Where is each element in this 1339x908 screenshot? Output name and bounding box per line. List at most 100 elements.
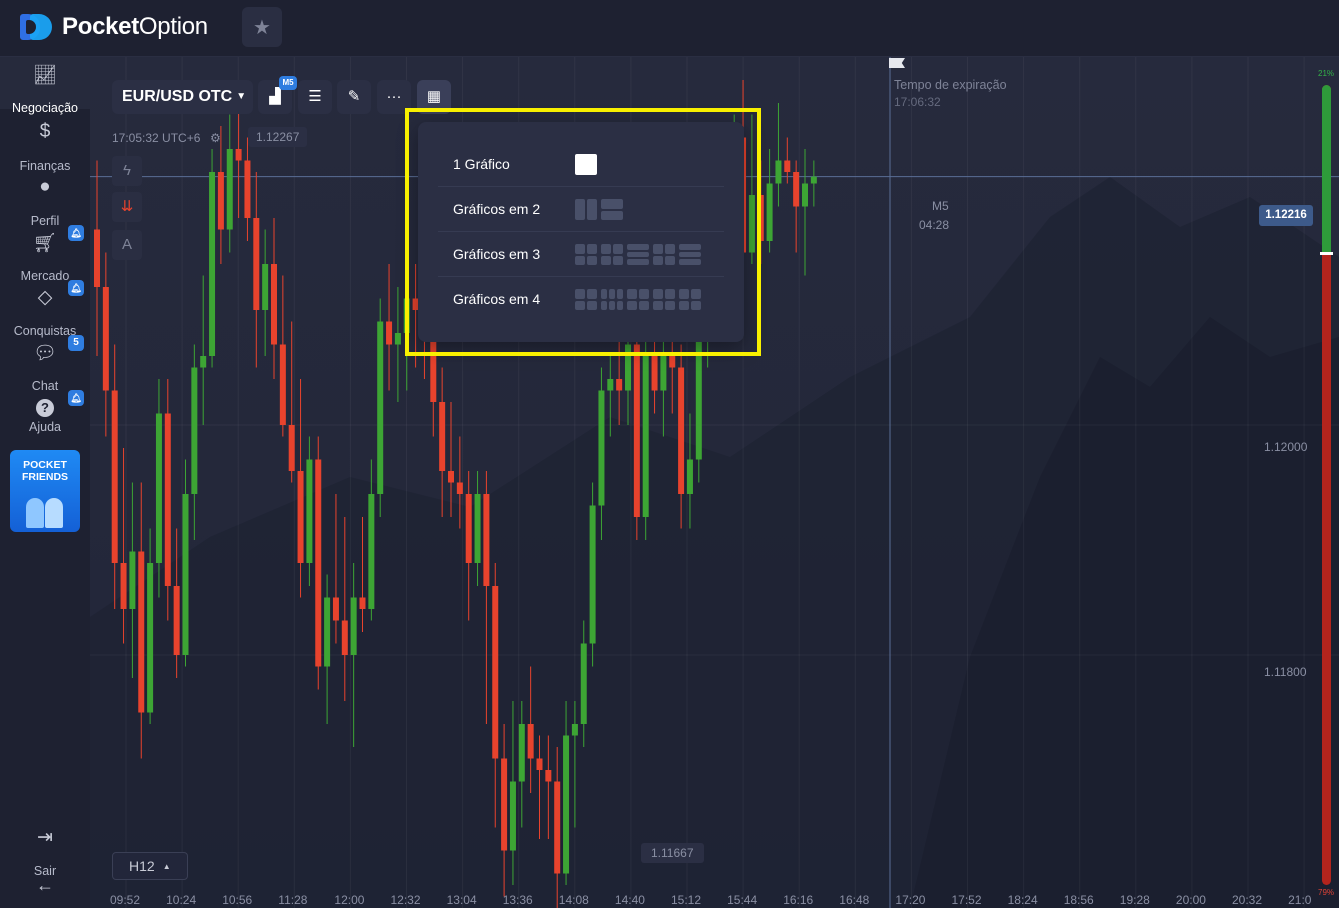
- sidebar-item-negociacao[interactable]: 📈︎ Negociação: [0, 57, 90, 115]
- candle: [386, 264, 393, 391]
- x-tick: 13:36: [502, 893, 533, 907]
- lightning-icon[interactable]: ϟ: [112, 156, 142, 186]
- candle-body: [678, 367, 685, 494]
- sidebar-item-ajuda[interactable]: ? Ajuda 🔔︎: [0, 390, 90, 442]
- expiration-label: Tempo de expiração: [894, 78, 1007, 92]
- candle-body: [217, 172, 224, 230]
- candle-body: [474, 494, 481, 563]
- asset-label: EUR/USD OTC: [122, 88, 233, 106]
- candle-body: [766, 183, 773, 241]
- indicators-button[interactable]: ☰: [298, 80, 332, 114]
- x-tick: 10:56: [222, 893, 253, 907]
- timeframe-button[interactable]: H12 ▲: [112, 852, 188, 880]
- candle: [262, 229, 269, 356]
- collapse-arrow-icon[interactable]: ←: [36, 875, 54, 896]
- x-tick: 21:0: [1288, 893, 1312, 907]
- candle: [94, 160, 100, 356]
- x-tick: 14:40: [614, 893, 645, 907]
- arrows-icon[interactable]: ⇊: [112, 192, 142, 222]
- high-price-label: 1.12267: [248, 127, 308, 147]
- sidebar-item-financas[interactable]: $ Finanças: [0, 115, 90, 173]
- candle-body: [536, 758, 543, 770]
- candle: [766, 149, 773, 253]
- candle: [226, 114, 233, 253]
- candle: [217, 126, 224, 264]
- candle: [235, 103, 242, 218]
- candle-body: [102, 287, 109, 391]
- app-root: PocketOption ★ 📈︎ Negociação $ Finanças ● Per…: [0, 0, 1339, 908]
- candle-body: [279, 344, 286, 425]
- candle-body: [616, 379, 623, 391]
- candle-body: [111, 390, 118, 563]
- candle-body: [686, 459, 693, 494]
- star-icon: ★: [253, 16, 271, 39]
- low-price-label: 1.11667: [641, 843, 704, 863]
- sidebar-item-perfil[interactable]: ● Perfil: [0, 170, 90, 228]
- logout-button[interactable]: ⇥ Sair: [0, 820, 90, 878]
- more-icon: ···: [386, 88, 402, 105]
- candle-timeframe: M5: [932, 199, 949, 213]
- candle-body: [138, 551, 145, 713]
- chart-line-icon: 📈︎: [32, 65, 58, 86]
- drawings-button[interactable]: ✎: [337, 80, 371, 114]
- candle-body: [509, 781, 516, 851]
- x-tick: 13:04: [446, 893, 477, 907]
- candle-body: [147, 563, 154, 713]
- candle-body: [660, 356, 667, 391]
- candle-body: [129, 551, 136, 609]
- candle-body: [386, 321, 393, 345]
- count-badge: 5: [68, 335, 84, 351]
- sidebar-item-conquistas[interactable]: ◇ Conquistas 🔔︎: [0, 280, 90, 338]
- candle-body: [810, 176, 817, 184]
- candle: [793, 160, 800, 253]
- sidebar-item-chat[interactable]: 💬︎ Chat 5: [0, 335, 90, 393]
- candle-body: [200, 356, 207, 368]
- x-tick: 16:16: [783, 893, 814, 907]
- sliders-icon: ☰: [308, 88, 322, 105]
- server-time: 17:05:32 UTC+6: [112, 131, 201, 145]
- asset-selector[interactable]: EUR/USD OTC ▼: [112, 80, 253, 114]
- candle-body: [775, 160, 782, 184]
- logo-mark-icon: [18, 12, 56, 42]
- x-tick: 09:52: [110, 893, 141, 907]
- candle-body: [571, 724, 578, 736]
- x-tick: 10:24: [166, 893, 197, 907]
- candle: [200, 275, 207, 425]
- timeframe-label: H12: [129, 858, 155, 874]
- candle: [182, 459, 189, 667]
- candle-body: [262, 264, 269, 310]
- timeframe-badge: M5: [279, 76, 297, 90]
- y-tick: 1.11800: [1264, 665, 1307, 679]
- current-price-label: 1.12216: [1259, 205, 1313, 226]
- candle-body: [607, 379, 614, 391]
- x-tick: 12:32: [390, 893, 421, 907]
- sentiment-down-percent: 79%: [1318, 888, 1335, 897]
- logo-text: PocketOption: [62, 13, 208, 40]
- logout-icon: ⇥: [37, 827, 53, 848]
- candle-body: [244, 160, 251, 218]
- candle-body: [324, 597, 331, 667]
- candle: [209, 149, 216, 368]
- top-bar: PocketOption ★: [0, 0, 1339, 57]
- app-logo[interactable]: PocketOption: [18, 12, 208, 42]
- sidebar-item-label: Negociação: [11, 101, 78, 115]
- candle-body: [120, 563, 127, 609]
- candle-body: [155, 413, 162, 563]
- candle: [315, 436, 322, 690]
- candle: [279, 275, 286, 437]
- gear-icon[interactable]: ⚙: [210, 131, 221, 145]
- promo-line2: FRIENDS: [21, 471, 69, 483]
- candle: [111, 344, 118, 609]
- sidebar-item-label: Ajuda: [29, 420, 61, 434]
- candle-body: [191, 367, 198, 494]
- user-icon: ●: [39, 176, 51, 197]
- pocket-friends-banner[interactable]: POCKET FRIENDS: [10, 450, 80, 532]
- candle: [448, 402, 454, 517]
- sidebar-item-mercado[interactable]: 🛒︎ Mercado 🔔︎: [0, 225, 90, 283]
- text-tool-icon[interactable]: A: [112, 230, 142, 260]
- sentiment-up-percent: 21%: [1318, 69, 1335, 78]
- candles-icon: ▟: [269, 88, 281, 105]
- brush-icon: ✎: [347, 88, 361, 105]
- candle-body: [439, 402, 446, 471]
- favorites-button[interactable]: ★: [242, 7, 282, 47]
